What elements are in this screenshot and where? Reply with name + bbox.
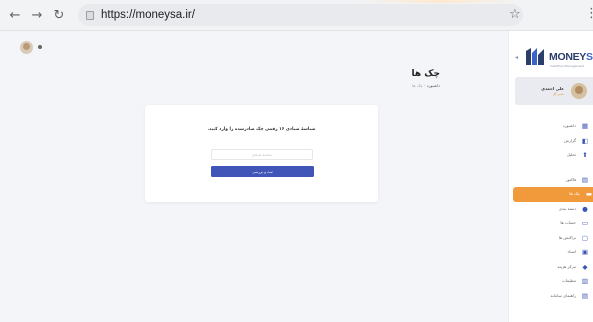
url-text: https://moneysa.ir/	[101, 9, 195, 21]
back-icon[interactable]: ←	[6, 6, 24, 24]
address-bar[interactable]: https://moneysa.ir/	[78, 4, 523, 26]
logo-subtitle: Cashflow Management	[550, 64, 585, 68]
profile-card[interactable]: علی احمدی مدیر کل	[515, 77, 593, 105]
bookmark-star-icon[interactable]: ☆	[509, 7, 521, 22]
menu-spacer	[509, 163, 593, 173]
sidebar-item-label: مرکز هزینه	[557, 263, 576, 269]
report-icon: ◧	[581, 136, 589, 145]
breadcrumb-current: چک ها	[412, 83, 423, 88]
collapse-arrow-icon[interactable]: ◂	[515, 54, 518, 61]
analysis-icon: ⬆	[582, 151, 588, 159]
browser-menu-icon[interactable]: ⋮	[585, 6, 593, 21]
sidebar-item-checks[interactable]: چک ها ▬	[513, 187, 593, 202]
sidebar-item-label: فاکتور	[565, 176, 576, 182]
sidebar-item-label: داشبورد	[562, 123, 576, 128]
accent-strip	[365, 0, 515, 3]
help-icon: ▤	[581, 291, 589, 300]
moneysa-logo-icon	[526, 48, 544, 65]
cost-center-icon: ◆	[582, 262, 588, 271]
logo-text: MONEYSA	[549, 51, 593, 63]
profile-role: مدیر کل	[552, 92, 564, 96]
sidebar-item-label: راهنمای سامانه	[550, 292, 576, 298]
sayad-id-card: شناسهٔ صیادی ۱۶ رقمی چک صادرشده را وارد …	[145, 105, 378, 202]
sidebar-item-label: تنظیمات	[561, 278, 576, 283]
user-avatar[interactable]	[20, 41, 33, 54]
sidebar-item-report[interactable]: گزارش ◧	[509, 134, 593, 149]
sidebar: ◂ MONEYSA Cashflow Management علی احمدی …	[508, 31, 593, 322]
check-icon: ▬	[585, 190, 593, 198]
sidebar-item-category[interactable]: دسته بندی ●	[509, 202, 593, 217]
sidebar-item-label: گزارش	[563, 137, 576, 143]
sidebar-item-analysis[interactable]: تحلیل ⬆	[509, 148, 593, 163]
sidebar-item-invoice[interactable]: فاکتور ▤	[509, 173, 593, 188]
sidebar-menu: داشبورد ▦ گزارش ◧ تحلیل ⬆ فاکتور ▤ چک ها…	[509, 119, 593, 303]
profile-name: علی احمدی	[541, 86, 564, 91]
breadcrumb-separator: -	[424, 83, 426, 88]
sidebar-item-cost-center[interactable]: مرکز هزینه ◆	[509, 260, 593, 275]
sayad-id-input[interactable]	[211, 149, 313, 160]
app-area: چک ها داشبورد - چک ها شناسهٔ صیادی ۱۶ رق…	[0, 31, 593, 322]
sidebar-item-documents[interactable]: اسناد ▣	[509, 245, 593, 260]
document-icon: ▣	[581, 248, 589, 256]
sidebar-item-settings[interactable]: تنظیمات ▥	[509, 274, 593, 289]
sidebar-item-label: دسته بندی	[558, 205, 576, 211]
account-icon: ▭	[581, 219, 589, 227]
sidebar-item-label: تراکنش ها	[558, 234, 576, 240]
sidebar-item-label: چک ها	[569, 191, 580, 196]
submit-button[interactable]: ثبت و بررسی	[211, 166, 314, 177]
sidebar-item-accounts[interactable]: حساب ها ▭	[509, 216, 593, 231]
sidebar-item-transactions[interactable]: تراکنش ها ▢	[509, 231, 593, 246]
transaction-icon: ▢	[581, 233, 589, 242]
browser-toolbar: ← → ↻ https://moneysa.ir/ ☆ ⋮	[0, 0, 593, 31]
breadcrumb-home[interactable]: داشبورد	[427, 83, 440, 88]
reload-icon[interactable]: ↻	[50, 6, 68, 24]
sidebar-item-label: حساب ها	[560, 220, 576, 225]
card-message: شناسهٔ صیادی ۱۶ رقمی چک صادرشده را وارد …	[207, 127, 316, 132]
category-icon: ●	[582, 204, 588, 213]
sidebar-item-dashboard[interactable]: داشبورد ▦	[509, 119, 593, 134]
breadcrumb: داشبورد - چک ها	[412, 83, 440, 88]
lock-icon	[86, 10, 94, 20]
profile-avatar	[571, 83, 587, 99]
sidebar-item-help[interactable]: راهنمای سامانه ▤	[509, 289, 593, 304]
sidebar-item-label: تحلیل	[566, 152, 576, 157]
invoice-icon: ▤	[581, 175, 589, 184]
sidebar-item-label: اسناد	[567, 249, 576, 254]
page-title: چک ها	[411, 69, 440, 79]
dashboard-icon: ▦	[581, 122, 589, 130]
logo[interactable]: ◂ MONEYSA Cashflow Management	[509, 31, 593, 77]
settings-icon: ▥	[581, 277, 589, 285]
forward-icon[interactable]: →	[28, 6, 46, 24]
dropdown-dot-icon[interactable]	[38, 45, 42, 49]
